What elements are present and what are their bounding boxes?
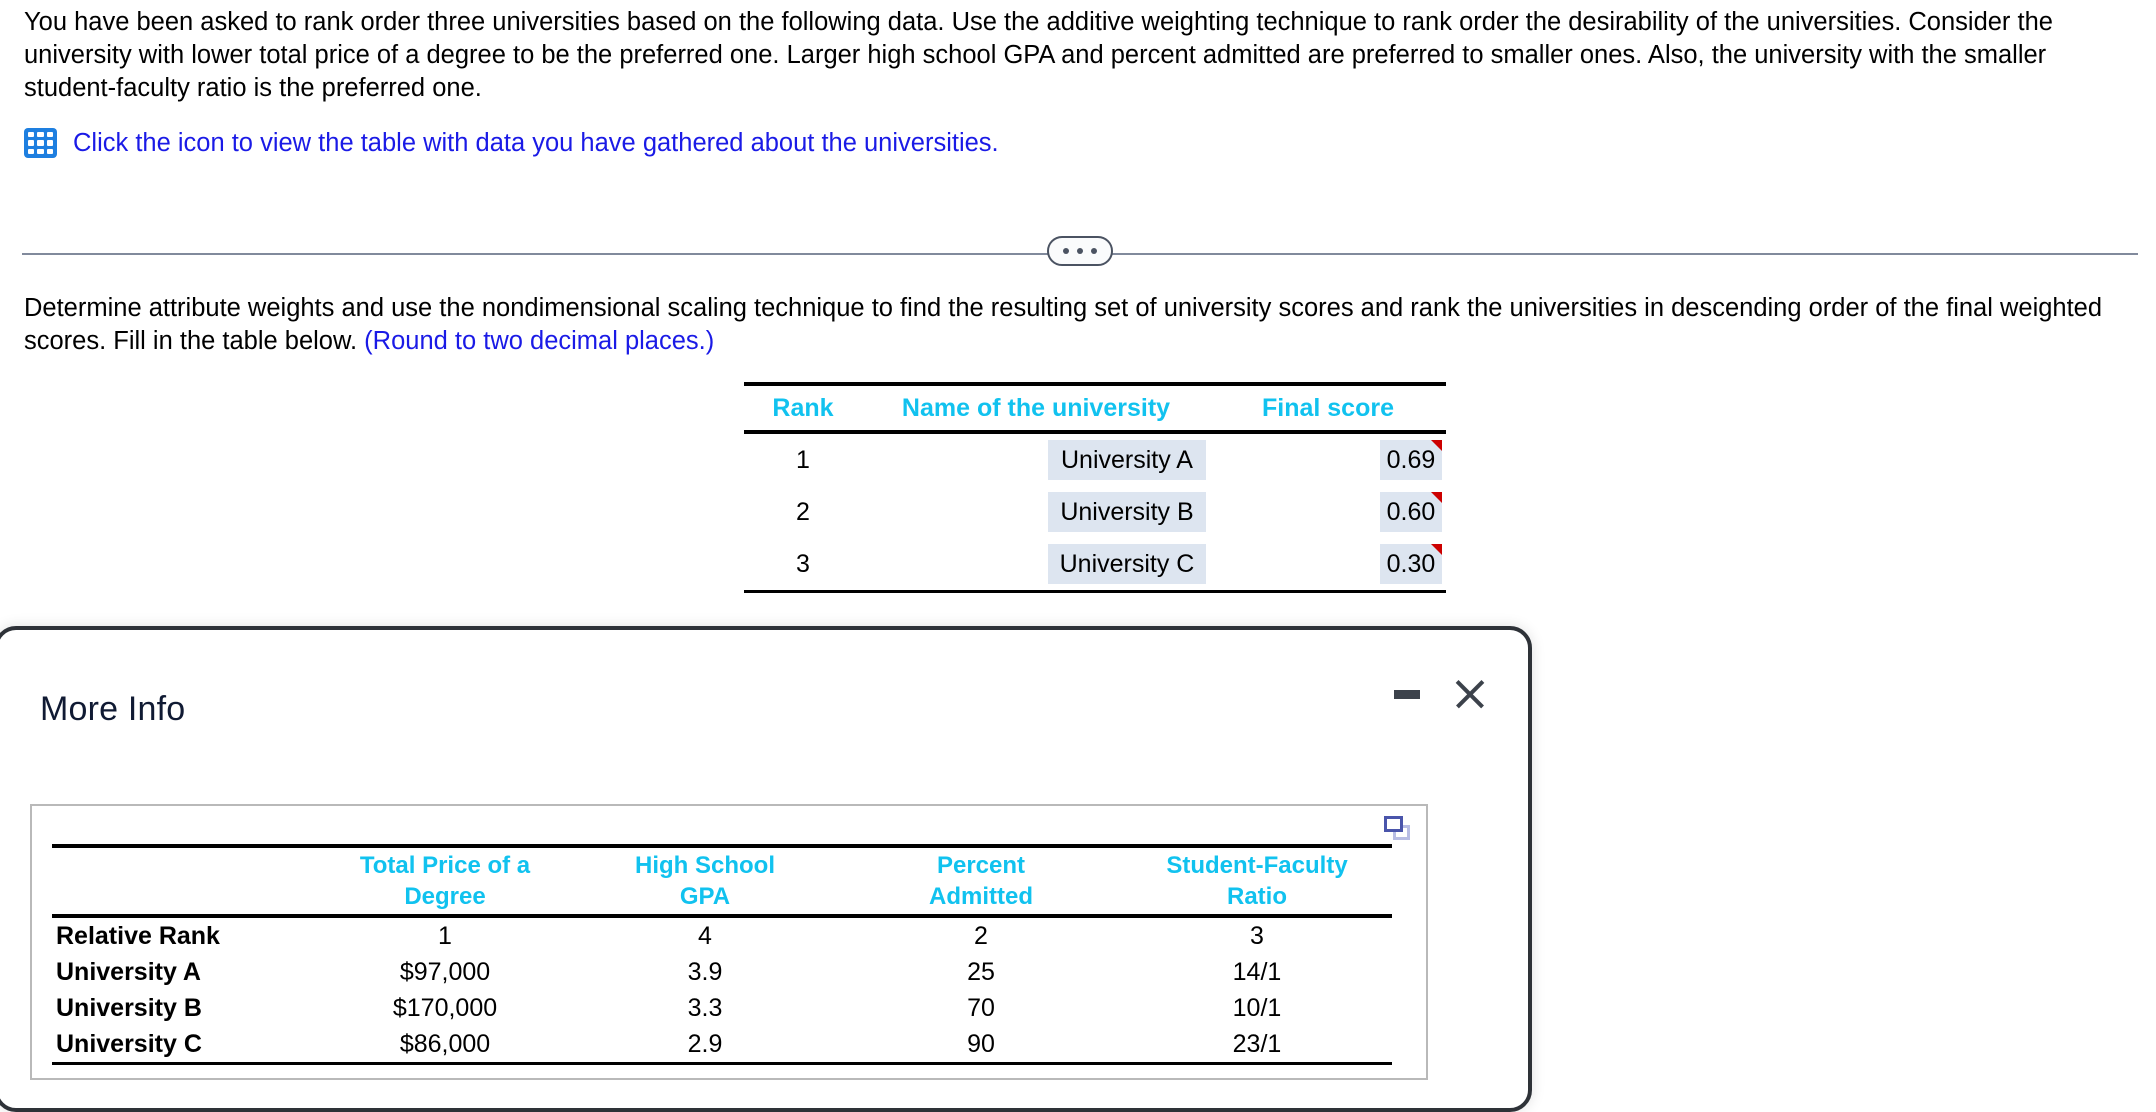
grid-cell bbox=[46, 140, 53, 146]
score-cell: 0.30 bbox=[1210, 544, 1446, 584]
copy-icon-front-sheet bbox=[1384, 816, 1403, 832]
score-cell: 0.69 bbox=[1210, 440, 1446, 480]
table-rule-bottom bbox=[52, 1062, 1392, 1065]
view-table-link-row[interactable]: Click the icon to view the table with da… bbox=[24, 128, 999, 158]
cell-student-faculty-ratio: 14/1 bbox=[1232, 957, 1282, 986]
cell-total-price: 1 bbox=[438, 921, 452, 950]
grid-cell bbox=[28, 132, 35, 138]
header-line: Ratio bbox=[1227, 883, 1287, 910]
table-row: 2 University B 0.60 bbox=[744, 486, 1446, 538]
rank-value: 1 bbox=[796, 445, 810, 474]
grid-cell bbox=[46, 132, 53, 138]
cell-student-faculty-ratio: 3 bbox=[1250, 921, 1264, 950]
header-total-price: Total Price of a Degree bbox=[320, 850, 570, 912]
name-cell: University A bbox=[862, 440, 1210, 480]
cell-student-faculty-ratio: 10/1 bbox=[1232, 993, 1282, 1022]
rank-value: 2 bbox=[796, 497, 810, 526]
grid-cell bbox=[37, 148, 44, 154]
table-grid-icon[interactable] bbox=[24, 128, 57, 158]
table-row: Relative Rank 1 4 2 3 bbox=[52, 918, 1392, 954]
cell-total-price: $86,000 bbox=[399, 1029, 491, 1058]
panel-window-controls bbox=[1394, 678, 1486, 710]
table-row: University C $86,000 2.9 90 23/1 bbox=[52, 1026, 1392, 1062]
grid-cell bbox=[37, 140, 44, 146]
header-line: Student-Faculty bbox=[1166, 852, 1348, 879]
table-row: 3 University C 0.30 bbox=[744, 538, 1446, 590]
cell-percent-admitted: 70 bbox=[967, 993, 995, 1022]
cell-gpa: 3.9 bbox=[687, 957, 723, 986]
cell-percent-admitted: 2 bbox=[974, 921, 988, 950]
name-cell: University C bbox=[862, 544, 1210, 584]
minimize-icon[interactable] bbox=[1394, 689, 1420, 699]
problem-statement: You have been asked to rank order three … bbox=[24, 8, 2053, 102]
name-cell: University B bbox=[862, 492, 1210, 532]
answer-table: Rank Name of the university Final score … bbox=[744, 382, 1446, 593]
expand-more-button[interactable] bbox=[1047, 236, 1113, 266]
data-table-container: Total Price of a Degree High School GPA … bbox=[30, 804, 1428, 1080]
header-line: Admitted bbox=[929, 883, 1033, 910]
header-score: Final score bbox=[1262, 393, 1394, 422]
answer-table-header-row: Rank Name of the university Final score bbox=[744, 386, 1446, 430]
cell-gpa: 4 bbox=[698, 921, 712, 950]
header-line: High School bbox=[635, 852, 775, 879]
grid-cell bbox=[28, 148, 35, 154]
cell-student-faculty-ratio: 23/1 bbox=[1232, 1029, 1282, 1058]
section-divider bbox=[22, 236, 2138, 270]
cell-percent-admitted: 25 bbox=[967, 957, 995, 986]
dot bbox=[1063, 248, 1069, 254]
row-label: University A bbox=[56, 957, 201, 986]
header-line: Percent bbox=[936, 852, 1026, 879]
dot bbox=[1091, 248, 1097, 254]
more-info-panel: More Info Total Price of a Degree High S… bbox=[0, 626, 1532, 1112]
instruction-main: Determine attribute weights and use the … bbox=[24, 294, 2103, 355]
instruction-rounding-note: (Round to two decimal places.) bbox=[364, 327, 715, 355]
header-high-school-gpa: High School GPA bbox=[570, 850, 840, 912]
rank-value: 3 bbox=[796, 549, 810, 578]
cell-gpa: 2.9 bbox=[687, 1029, 723, 1058]
panel-title: More Info bbox=[40, 690, 186, 728]
header-line: Total Price of a bbox=[359, 852, 531, 879]
cell-percent-admitted: 90 bbox=[967, 1029, 995, 1058]
row-label: University C bbox=[56, 1029, 202, 1058]
university-name-input[interactable]: University C bbox=[1048, 544, 1206, 584]
cell-total-price: $170,000 bbox=[392, 993, 498, 1022]
cell-total-price: $97,000 bbox=[399, 957, 491, 986]
university-name-input[interactable]: University A bbox=[1048, 440, 1206, 480]
header-name: Name of the university bbox=[901, 393, 1171, 422]
row-label: Relative Rank bbox=[56, 921, 220, 950]
copy-window-icon[interactable] bbox=[1384, 816, 1410, 840]
grid-cell bbox=[46, 148, 53, 154]
header-percent-admitted: Percent Admitted bbox=[840, 850, 1122, 912]
header-rank: Rank bbox=[772, 393, 834, 422]
final-score-input[interactable]: 0.69 bbox=[1380, 440, 1442, 480]
grid-cell bbox=[37, 132, 44, 138]
final-score-input[interactable]: 0.30 bbox=[1380, 544, 1442, 584]
table-row: University B $170,000 3.3 70 10/1 bbox=[52, 990, 1392, 1026]
university-name-input[interactable]: University B bbox=[1048, 492, 1206, 532]
instruction-paragraph: Determine attribute weights and use the … bbox=[24, 292, 2154, 358]
final-score-input[interactable]: 0.60 bbox=[1380, 492, 1442, 532]
header-line: Degree bbox=[404, 883, 486, 910]
table-rule-bottom bbox=[744, 590, 1446, 593]
close-icon[interactable] bbox=[1454, 678, 1486, 710]
data-table-header-row: Total Price of a Degree High School GPA … bbox=[52, 848, 1392, 914]
view-table-link-text[interactable]: Click the icon to view the table with da… bbox=[73, 128, 999, 158]
header-student-faculty-ratio: Student-Faculty Ratio bbox=[1122, 850, 1392, 912]
row-label: University B bbox=[56, 993, 202, 1022]
dot bbox=[1077, 248, 1083, 254]
table-row: University A $97,000 3.9 25 14/1 bbox=[52, 954, 1392, 990]
header-line: GPA bbox=[679, 883, 731, 910]
grid-cell bbox=[28, 140, 35, 146]
university-data-table: Total Price of a Degree High School GPA … bbox=[52, 844, 1392, 1065]
table-row: 1 University A 0.69 bbox=[744, 434, 1446, 486]
score-cell: 0.60 bbox=[1210, 492, 1446, 532]
cell-gpa: 3.3 bbox=[687, 993, 723, 1022]
